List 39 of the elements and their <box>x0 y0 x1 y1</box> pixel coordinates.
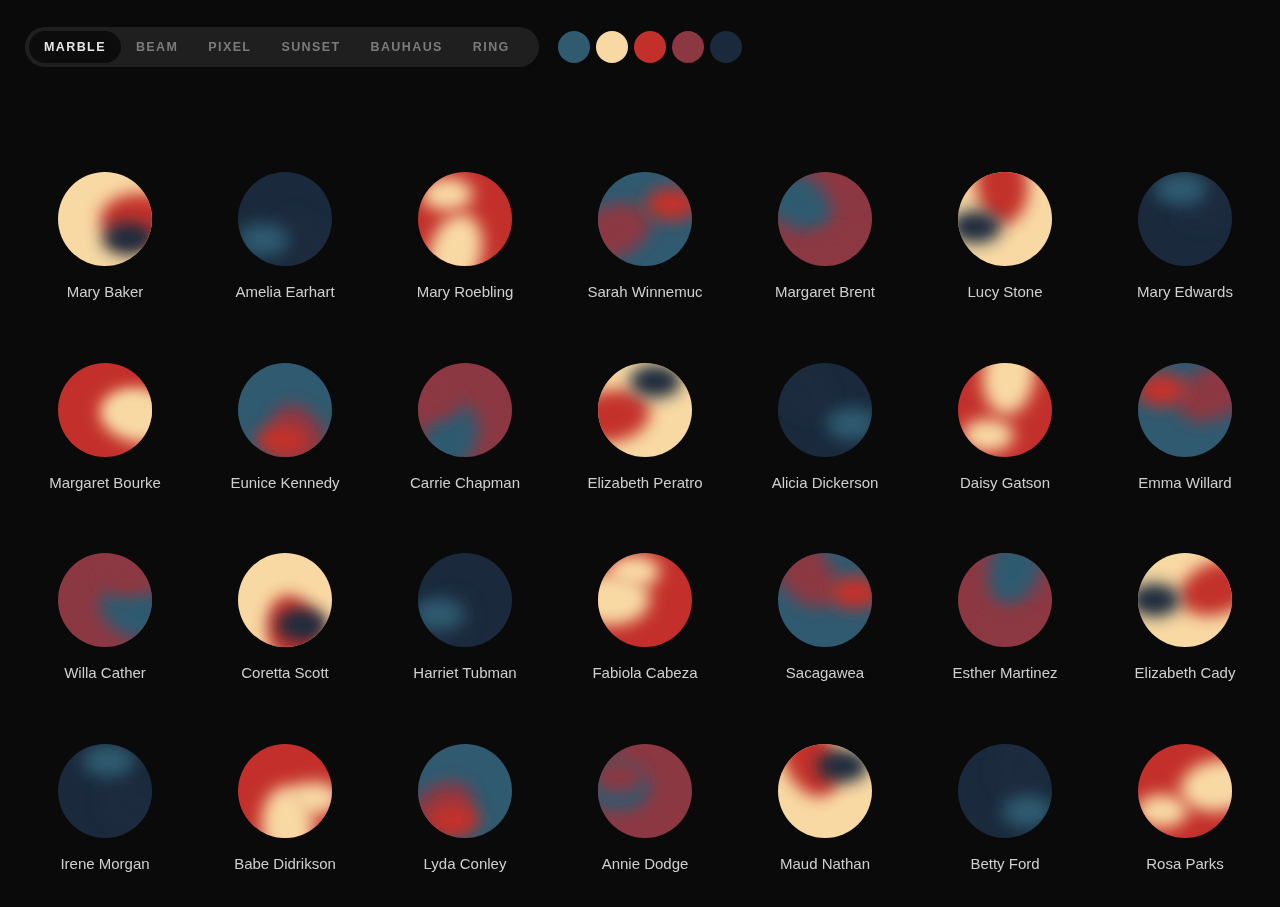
person-name: Willa Cather <box>64 664 146 681</box>
color-swatch[interactable] <box>633 31 666 63</box>
person-name: Lyda Conley <box>423 854 507 872</box>
style-tab[interactable]: SUNSET <box>266 31 356 63</box>
person-name: Eunice Kennedy <box>230 473 340 491</box>
color-swatch[interactable] <box>671 31 704 63</box>
person-name: Rosa Parks <box>1146 854 1224 872</box>
person-name: Mary Roebling <box>416 283 514 300</box>
person-name: Coretta Scott <box>241 664 329 681</box>
style-tab[interactable]: BEAM <box>120 31 194 63</box>
person-name: Esther Martinez <box>952 664 1058 681</box>
style-tab[interactable]: PIXEL <box>193 31 267 63</box>
person-name: Irene Morgan <box>60 854 150 872</box>
person-name: Mary Baker <box>66 283 144 300</box>
person-name: Sarah Winnemuc <box>587 283 703 300</box>
person-name: Margaret Brent <box>774 283 875 300</box>
person-name: Carrie Chapman <box>409 473 520 491</box>
person-name: Emma Willard <box>1138 473 1232 491</box>
person-name: Elizabeth Cady <box>1134 664 1236 681</box>
person-name: Lucy Stone <box>967 283 1043 300</box>
person-name: Annie Dodge <box>601 854 689 872</box>
style-tab[interactable]: RING <box>457 31 525 63</box>
person-name: Alicia Dickerson <box>771 473 879 491</box>
person-name: Maud Nathan <box>779 854 871 872</box>
style-tab[interactable]: MARBLE <box>29 31 121 63</box>
person-name: Fabiola Cabeza <box>592 664 698 681</box>
style-tab[interactable]: BAUHAUS <box>355 31 458 63</box>
color-swatch[interactable] <box>595 31 628 63</box>
person-name: Margaret Bourke <box>49 473 161 491</box>
person-name: Amelia Earhart <box>235 283 335 300</box>
person-name: Harriet Tubman <box>413 664 517 681</box>
color-swatch[interactable] <box>709 31 742 63</box>
person-name: Betty Ford <box>970 854 1040 872</box>
person-name: Sacagawea <box>785 664 865 681</box>
person-name: Mary Edwards <box>1137 283 1233 300</box>
person-name: Daisy Gatson <box>959 473 1050 491</box>
color-swatch[interactable] <box>557 31 590 63</box>
person-name: Elizabeth Peratro <box>587 473 703 491</box>
person-name: Babe Didrikson <box>234 854 336 872</box>
